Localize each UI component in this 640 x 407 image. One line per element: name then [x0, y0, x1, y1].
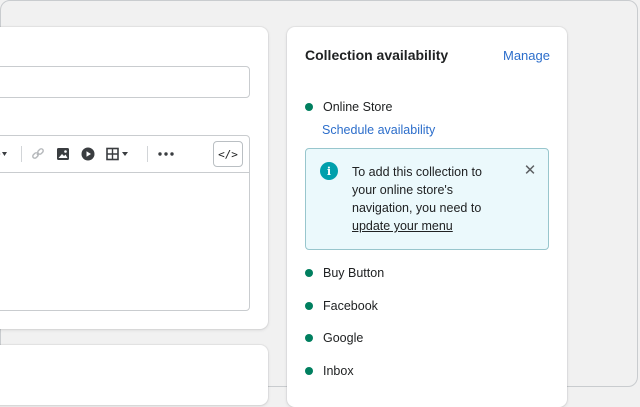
channel-label: Facebook: [323, 299, 378, 313]
banner-message: To add this collection to your online st…: [352, 163, 502, 235]
channel-google: Google: [305, 331, 363, 345]
status-dot-icon: [305, 269, 313, 277]
channel-label: Buy Button: [323, 266, 384, 280]
status-dot-icon: [305, 334, 313, 342]
secondary-card: [0, 345, 268, 405]
link-icon[interactable]: [29, 146, 47, 162]
editor-toolbar: </>: [0, 136, 249, 173]
update-menu-link[interactable]: update your menu: [352, 219, 453, 233]
more-icon[interactable]: [155, 146, 177, 162]
toolbar-divider: [147, 146, 148, 162]
manage-link[interactable]: Manage: [503, 48, 550, 63]
info-banner: i To add this collection to your online …: [305, 148, 549, 250]
channel-label: Google: [323, 331, 363, 345]
schedule-availability-link[interactable]: Schedule availability: [322, 123, 435, 137]
channel-facebook: Facebook: [305, 299, 378, 313]
toolbar-divider: [21, 146, 22, 162]
channel-label: Online Store: [323, 100, 392, 114]
chevron-down-icon[interactable]: [0, 146, 13, 162]
image-icon[interactable]: [54, 146, 72, 162]
table-icon[interactable]: [104, 146, 136, 162]
status-dot-icon: [305, 302, 313, 310]
status-dot-icon: [305, 103, 313, 111]
close-icon[interactable]: ✕: [522, 162, 538, 178]
description-editor[interactable]: </>: [0, 135, 250, 311]
panel-title: Collection availability: [305, 47, 448, 63]
info-icon: i: [320, 162, 338, 180]
status-dot-icon: [305, 367, 313, 375]
channel-online-store: Online Store: [305, 100, 392, 114]
banner-text: To add this collection to your online st…: [352, 165, 482, 215]
title-input[interactable]: [0, 66, 250, 98]
code-view-button[interactable]: </>: [213, 141, 243, 167]
channel-label: Inbox: [323, 364, 354, 378]
video-icon[interactable]: [79, 146, 97, 162]
channel-buy-button: Buy Button: [305, 266, 384, 280]
channel-inbox: Inbox: [305, 364, 354, 378]
